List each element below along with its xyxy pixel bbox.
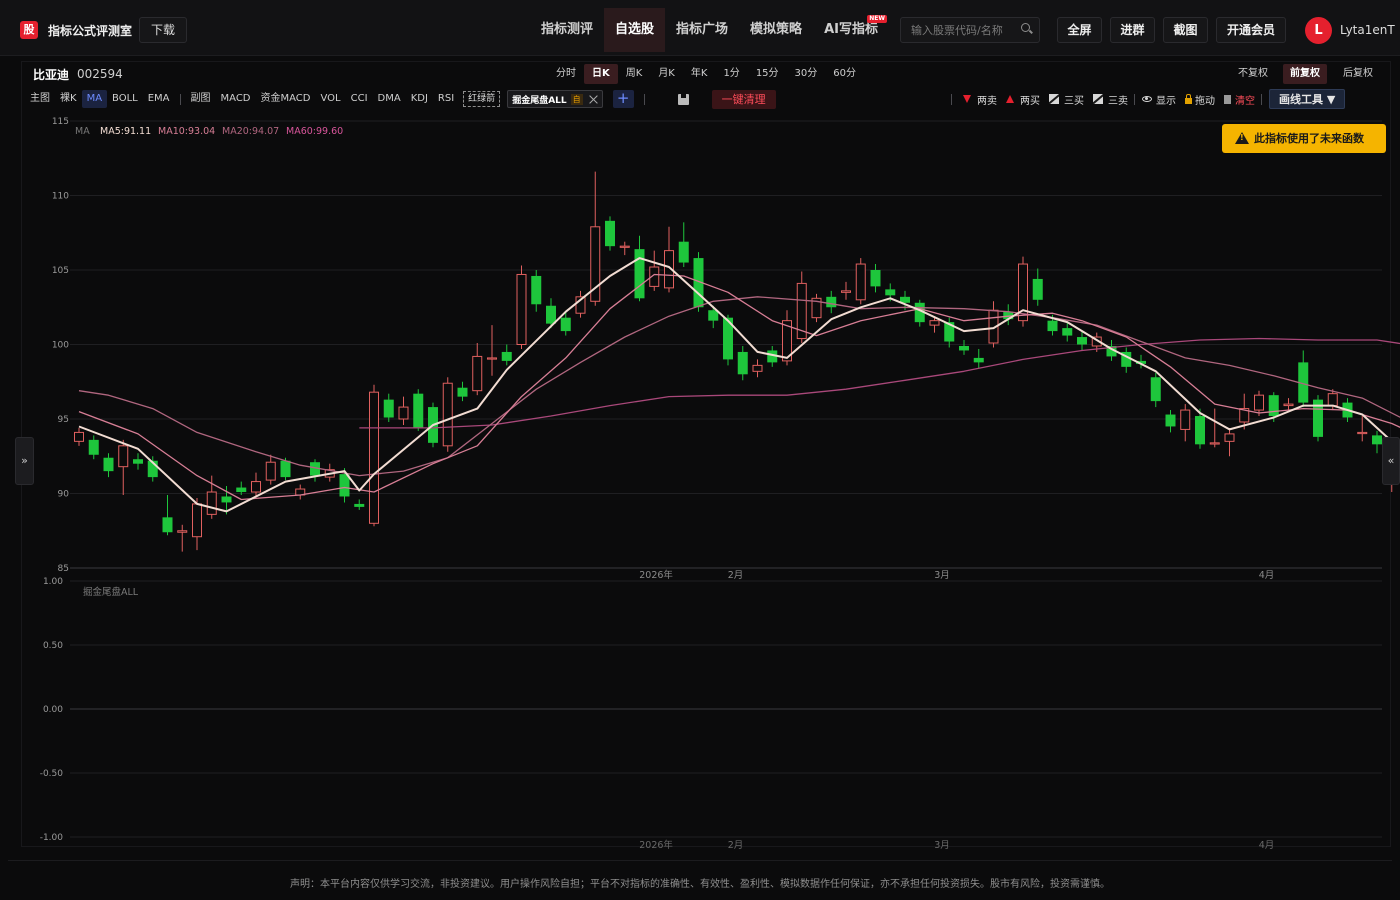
y-tick-label: 95 <box>58 415 69 425</box>
candle-body-down <box>826 296 837 308</box>
x-tick-label: 3月 <box>934 570 950 581</box>
y-tick-label: 100 <box>52 341 69 351</box>
expand-left-button[interactable]: » <box>15 437 34 485</box>
y-tick-label: 90 <box>58 490 70 500</box>
candle-body-up <box>1254 394 1264 411</box>
candle-body-down <box>280 460 291 478</box>
candle-body-down <box>1047 320 1058 332</box>
ma5-line <box>78 257 1400 513</box>
expand-right-button[interactable]: « <box>1382 437 1400 485</box>
candle-body-down <box>885 289 896 296</box>
ma-legend-value: MA10:93.04 <box>158 126 215 137</box>
candle-body-up <box>369 391 379 524</box>
candle-body-up <box>841 290 851 293</box>
candle-body-down <box>1077 337 1087 345</box>
candle-body-up <box>398 406 409 420</box>
kline-chart[interactable]: 115 110 105 100 95 90 85 MA MA5:91.11 MA10:93.04 M… <box>0 0 1400 900</box>
sub-x-tick-label: 2026年 <box>639 839 673 851</box>
future-function-warning: 此指标使用了未来函数 <box>1222 124 1386 153</box>
candle-body-down <box>236 487 247 493</box>
ma-legend-prefix: MA <box>75 126 90 137</box>
candle-body-down <box>605 220 615 247</box>
sub-y-tick-label: 0.50 <box>43 641 63 651</box>
candle-body-down <box>221 496 232 503</box>
candle-body-up <box>1357 431 1368 435</box>
candle-body-up <box>472 355 483 392</box>
candle-body-down <box>1165 414 1176 427</box>
candle-body-up <box>74 431 84 442</box>
candle-body-down <box>678 241 689 263</box>
candle-body-down <box>103 457 114 472</box>
candle-body-down <box>1032 278 1043 300</box>
y-tick-label: 110 <box>52 192 69 202</box>
candle-body-down <box>339 474 350 497</box>
y-tick-label: 105 <box>52 266 69 276</box>
candle-body-up <box>265 461 276 481</box>
x-tick-label: 4月 <box>1259 570 1275 581</box>
candle-body-down <box>973 357 984 363</box>
candle-body-up <box>442 382 453 447</box>
candle-body-down <box>1062 328 1073 336</box>
candle-body-up <box>855 263 866 301</box>
candle-body-up <box>118 445 129 468</box>
sub-y-tick-label: -1.00 <box>40 833 64 843</box>
candle-body-up <box>929 320 940 326</box>
sub-x-tick-label: 4月 <box>1259 840 1275 851</box>
candle-body-up <box>1209 442 1220 445</box>
candle-body-down <box>546 305 556 324</box>
y-tick-label: 115 <box>52 117 69 127</box>
candle-body-down <box>1195 416 1205 445</box>
candle-body-down <box>133 459 143 464</box>
candle-body-down <box>383 399 394 418</box>
candle-body-up <box>1224 433 1235 442</box>
candle-body-up <box>516 273 527 345</box>
ma-legend-value: MA60:99.60 <box>286 126 343 137</box>
candle-body-down <box>560 317 571 332</box>
candle-body-down <box>531 275 542 305</box>
candle-body-down <box>88 439 99 455</box>
ma-legend-value: MA20:94.07 <box>222 126 279 137</box>
sub-x-tick-label: 3月 <box>934 840 950 851</box>
candle-body-down <box>1268 395 1279 417</box>
sub-x-tick-label: 2月 <box>728 840 744 851</box>
y-tick-label: 85 <box>58 564 69 574</box>
candle-body-up <box>487 357 497 360</box>
candle-body-up <box>177 530 188 533</box>
candle-body-down <box>354 503 365 507</box>
sub-chart-title: 掘金尾盘ALL <box>83 586 139 598</box>
candle-body-down <box>1150 377 1161 402</box>
disclaimer-text: 声明：本平台内容仅供学习交流，非投资建议。用户操作风险自担；平台不对指标的准确性… <box>290 879 1110 890</box>
sub-y-tick-label: -0.50 <box>40 769 64 779</box>
candle-body-down <box>162 517 173 533</box>
sub-y-tick-label: 0.00 <box>43 705 63 715</box>
candle-body-down <box>457 387 468 397</box>
candle-body-up <box>619 245 630 248</box>
candle-body-up <box>251 481 261 493</box>
candle-body-down <box>413 393 424 428</box>
ma20-line <box>78 296 1400 477</box>
footer-divider <box>8 860 1392 861</box>
candle-body-down <box>870 270 881 287</box>
sub-y-tick-label: 1.00 <box>43 577 63 587</box>
candle-body-up <box>752 364 763 372</box>
warning-text: 此指标使用了未来函数 <box>1254 132 1364 145</box>
candle-body-down <box>634 249 645 299</box>
candle-body-up <box>1283 403 1294 407</box>
candle-body-down <box>737 351 748 375</box>
warning-icon <box>1235 132 1249 144</box>
candle-body-up <box>192 503 202 538</box>
candle-body-up <box>206 491 217 515</box>
x-tick-label: 2026年 <box>639 569 673 581</box>
ma-legend-value: MA5:91.11 <box>100 126 151 137</box>
candle-body-down <box>959 345 969 351</box>
x-tick-label: 2月 <box>728 570 744 581</box>
candle-body-down <box>501 351 512 361</box>
candle-body-up <box>1180 409 1191 430</box>
candle-body-down <box>1372 435 1382 445</box>
candle-body-up <box>1327 393 1338 407</box>
ma10-line <box>78 273 1400 501</box>
